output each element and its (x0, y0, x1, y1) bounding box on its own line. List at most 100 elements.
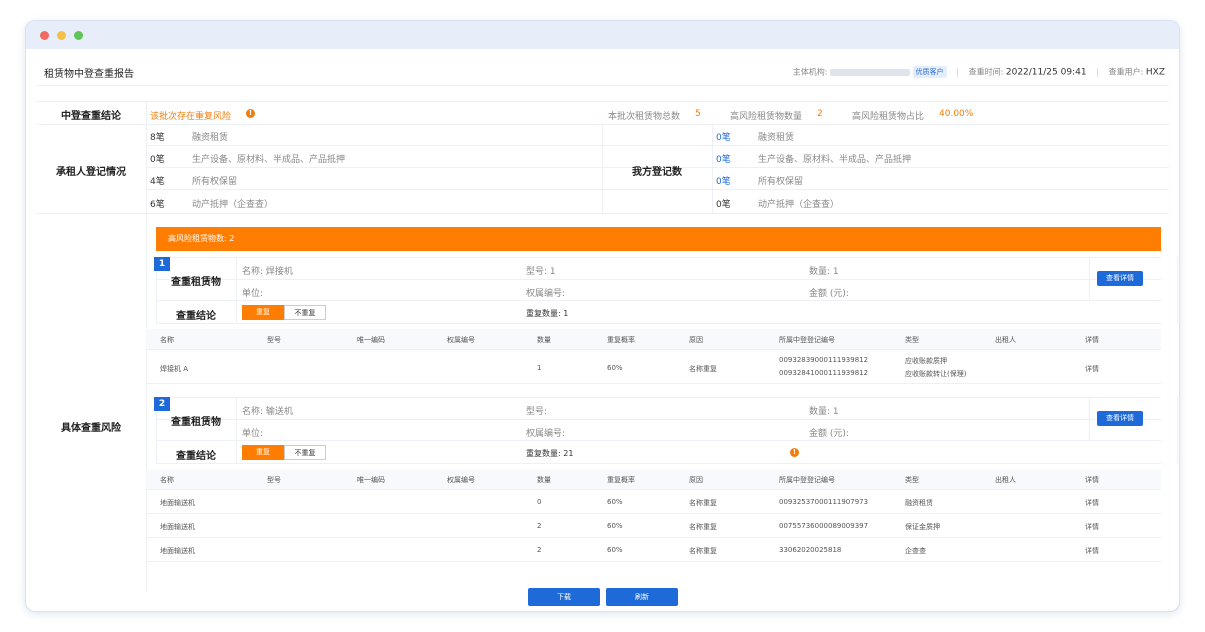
lessee-type-2: 所有权保留 (192, 177, 238, 187)
lessee-type-3: 动产抵押（企查查） (192, 200, 274, 210)
col-header: 原因 (689, 336, 703, 344)
total-value: 5 (695, 109, 701, 119)
asset-name: 名称: 焊接机 (242, 267, 293, 277)
item-index-badge: 1 (154, 257, 170, 271)
org-label: 主体机构: (792, 67, 828, 77)
high-risk-label: 高风险租赁物数量 (730, 112, 803, 122)
col-header: 所属中登登记编号 (779, 336, 835, 344)
duplicate-toggle-on[interactable]: 重复 (242, 305, 284, 320)
col-header: 原因 (689, 476, 703, 484)
col-header: 所属中登登记编号 (779, 476, 835, 484)
our-count-0: 0笔 (716, 133, 731, 143)
time-label: 查重时间: (968, 67, 1004, 77)
risk-section-label: 具体查重风险 (61, 423, 121, 434)
item-index-badge: 2 (154, 397, 170, 411)
our-count-1: 0笔 (716, 155, 731, 165)
asset-unit: 单位: (242, 429, 264, 439)
asset-unit: 单位: (242, 289, 264, 299)
org-tag-badge: 优质客户 (912, 66, 947, 78)
refresh-button[interactable]: 刷新 (606, 588, 678, 606)
high-risk-value: 2 (817, 109, 823, 119)
col-header: 型号 (267, 476, 281, 484)
duplicate-toggle-on[interactable]: 重复 (242, 445, 284, 460)
lessee-registration-label: 承租人登记情况 (56, 167, 126, 178)
warning-icon: ! (790, 448, 799, 457)
col-header: 出租人 (995, 336, 1016, 344)
detail-link[interactable]: 详情 (1085, 522, 1099, 532)
col-header: 详情 (1085, 336, 1099, 344)
user-label: 查重用户: (1108, 67, 1144, 77)
result-label: 查重结论 (176, 311, 216, 322)
our-type-3: 动产抵押（企查查） (758, 200, 840, 210)
view-detail-button[interactable]: 查看详情 (1097, 411, 1143, 426)
footer-actions: 下载 刷新 (26, 588, 1179, 606)
asset-ownership: 权属编号: (526, 289, 566, 299)
col-header: 型号 (267, 336, 281, 344)
total-label: 本批次租赁物总数 (608, 112, 681, 122)
col-header: 名称 (160, 336, 174, 344)
result-label: 查重结论 (176, 451, 216, 462)
time-value: 2022/11/25 09:41 (1005, 67, 1087, 78)
col-header: 详情 (1085, 476, 1099, 484)
asset-model: 型号: (526, 407, 548, 417)
ratio-label: 高风险租赁物占比 (852, 112, 925, 122)
col-header: 数量 (537, 336, 551, 344)
asset-ownership: 权属编号: (526, 429, 566, 439)
col-header: 类型 (905, 476, 919, 484)
conclusion-label: 中登查重结论 (61, 111, 121, 122)
col-header: 数量 (537, 476, 551, 484)
report-meta: 主体机构: 优质客户 查重时间: 2022/11/25 09:41 查重用户: … (793, 66, 1165, 78)
detail-link[interactable]: 详情 (1085, 498, 1099, 508)
app-window: 租赁物中登查重报告 主体机构: 优质客户 查重时间: 2022/11/25 09… (25, 20, 1180, 612)
detail-link[interactable]: 详情 (1085, 546, 1099, 556)
lessee-type-0: 融资租赁 (192, 133, 229, 143)
lessee-count-3: 6笔 (150, 200, 165, 210)
lessee-type-1: 生产设备、原材料、半成品、产品抵押 (192, 155, 346, 165)
col-header: 类型 (905, 336, 919, 344)
ratio-value: 40.00% (939, 109, 974, 119)
col-header: 权属编号 (447, 336, 475, 344)
lessee-count-1: 0笔 (150, 155, 165, 165)
report-title: 租赁物中登查重报告 (44, 69, 134, 80)
col-header: 唯一编码 (357, 476, 385, 484)
asset-amount: 金额 (元): (809, 289, 849, 299)
our-registration-label: 我方登记数 (632, 167, 682, 178)
duplicate-toggle-off[interactable]: 不重复 (284, 445, 326, 460)
our-type-2: 所有权保留 (758, 177, 804, 187)
report-body: 中登查重结论 该批次存在重复风险 ! 本批次租赁物总数 5 高风险租赁物数量 2… (36, 93, 1178, 591)
col-header: 权属编号 (447, 476, 475, 484)
col-header: 名称 (160, 476, 174, 484)
asset-qty: 数量: 1 (809, 407, 839, 417)
our-type-1: 生产设备、原材料、半成品、产品抵押 (758, 155, 912, 165)
duplicate-count: 重复数量: 21 (526, 449, 574, 458)
lessee-count-2: 4笔 (150, 177, 165, 187)
maximize-window-icon[interactable] (74, 31, 83, 40)
col-header: 重复概率 (607, 336, 635, 344)
minimize-window-icon[interactable] (57, 31, 66, 40)
our-count-3: 0笔 (716, 200, 731, 210)
duplicate-toggle-off[interactable]: 不重复 (284, 305, 326, 320)
asset-amount: 金额 (元): (809, 429, 849, 439)
window-titlebar (26, 21, 1179, 49)
col-header: 重复概率 (607, 476, 635, 484)
user-value: HXZ (1145, 67, 1165, 78)
our-type-0: 融资租赁 (758, 133, 795, 143)
warning-icon: ! (246, 109, 255, 118)
lessee-count-0: 8笔 (150, 133, 165, 143)
view-detail-button[interactable]: 查看详情 (1097, 271, 1143, 286)
org-name-redacted (829, 68, 910, 76)
col-header: 出租人 (995, 476, 1016, 484)
high-risk-banner: 高风险租赁物数: 2 (156, 227, 1161, 251)
asset-label: 查重租赁物 (171, 417, 221, 428)
asset-qty: 数量: 1 (809, 267, 839, 277)
our-count-2: 0笔 (716, 177, 731, 187)
asset-label: 查重租赁物 (171, 277, 221, 288)
asset-model: 型号: 1 (526, 267, 556, 277)
duplicate-count: 重复数量: 1 (526, 309, 569, 318)
asset-name: 名称: 输送机 (242, 407, 293, 417)
report-header: 租赁物中登查重报告 主体机构: 优质客户 查重时间: 2022/11/25 09… (36, 55, 1169, 86)
download-button[interactable]: 下载 (528, 588, 600, 606)
conclusion-text: 该批次存在重复风险 (150, 112, 232, 122)
detail-link[interactable]: 详情 (1085, 364, 1099, 374)
close-window-icon[interactable] (40, 31, 49, 40)
